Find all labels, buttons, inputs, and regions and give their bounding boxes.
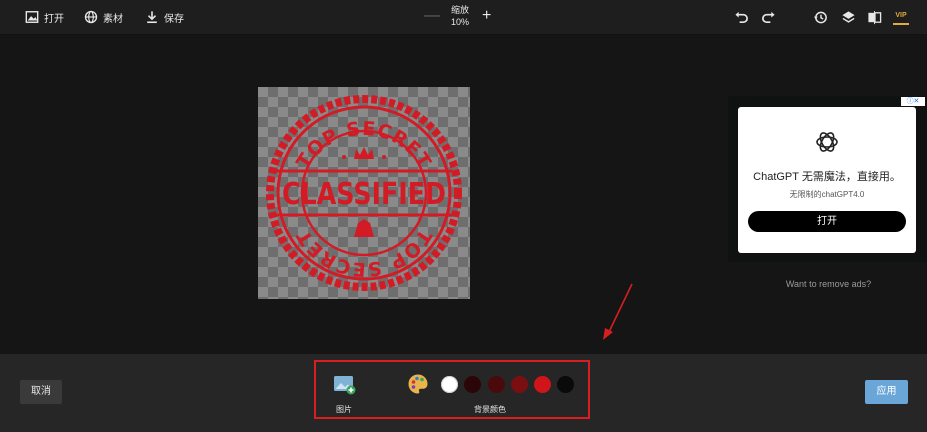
ad-open-button[interactable]: 打开 xyxy=(748,211,906,232)
canvas-image[interactable]: TOP SECRET TOP SECRET CLASSIFIED xyxy=(258,87,470,299)
redo-icon xyxy=(761,11,775,23)
zoom-label: 缩放 xyxy=(450,5,469,15)
palette-icon[interactable] xyxy=(407,373,429,395)
image-add-icon xyxy=(334,376,356,395)
open-label: 打开 xyxy=(44,13,64,25)
compare-icon xyxy=(867,10,881,24)
zoom-value: 10% xyxy=(450,17,469,27)
vip-icon[interactable]: VIP xyxy=(893,10,909,25)
assets-button[interactable]: 素材 xyxy=(84,0,123,34)
swatch-white[interactable] xyxy=(441,376,458,393)
image-icon xyxy=(25,11,39,23)
zoom-out-button[interactable]: — xyxy=(424,7,440,25)
apply-button[interactable]: 应用 xyxy=(865,380,908,404)
globe-icon xyxy=(84,10,98,24)
openai-logo-icon xyxy=(816,132,838,152)
svg-text:TOP SECRET: TOP SECRET xyxy=(292,118,435,173)
classified-stamp: TOP SECRET TOP SECRET CLASSIFIED xyxy=(266,95,462,291)
layers-icon xyxy=(841,10,855,23)
zoom-display: 缩放 10% xyxy=(440,4,480,28)
download-icon xyxy=(147,11,157,24)
ad-title: ChatGPT 无需魔法，直接用。 xyxy=(753,171,901,183)
layers-button[interactable] xyxy=(840,9,856,25)
history-icon xyxy=(813,11,827,23)
swatch-red[interactable] xyxy=(534,376,551,393)
ad-subtitle: 无限制的chatGPT4.0 xyxy=(789,190,865,199)
history-button[interactable] xyxy=(812,9,828,25)
save-label: 保存 xyxy=(164,13,184,25)
swatch-maroon[interactable] xyxy=(511,376,528,393)
image-label: 图片 xyxy=(336,405,352,414)
annotation-arrow xyxy=(603,283,633,340)
swatch-darkest-red[interactable] xyxy=(464,376,481,393)
zoom-in-button[interactable]: + xyxy=(482,7,491,25)
background-color-label: 背景颜色 xyxy=(474,405,506,414)
image-background-button[interactable] xyxy=(333,375,357,395)
cancel-button[interactable]: 取消 xyxy=(20,380,62,404)
undo-button[interactable] xyxy=(733,9,749,25)
assets-label: 素材 xyxy=(103,13,123,25)
ad-choices-badge[interactable]: ⓘ✕ xyxy=(901,97,925,106)
svg-text:CLASSIFIED: CLASSIFIED xyxy=(282,177,446,212)
swatch-black[interactable] xyxy=(557,376,574,393)
open-button[interactable]: 打开 xyxy=(25,0,64,34)
swatch-dark-red[interactable] xyxy=(488,376,505,393)
save-button[interactable]: 保存 xyxy=(145,0,184,34)
redo-button[interactable] xyxy=(760,9,776,25)
compare-button[interactable] xyxy=(866,9,882,25)
undo-icon xyxy=(734,11,748,23)
remove-ads-link[interactable]: Want to remove ads? xyxy=(730,279,927,289)
ad-card[interactable]: ChatGPT 无需魔法，直接用。 无限制的chatGPT4.0 打开 xyxy=(738,107,916,253)
